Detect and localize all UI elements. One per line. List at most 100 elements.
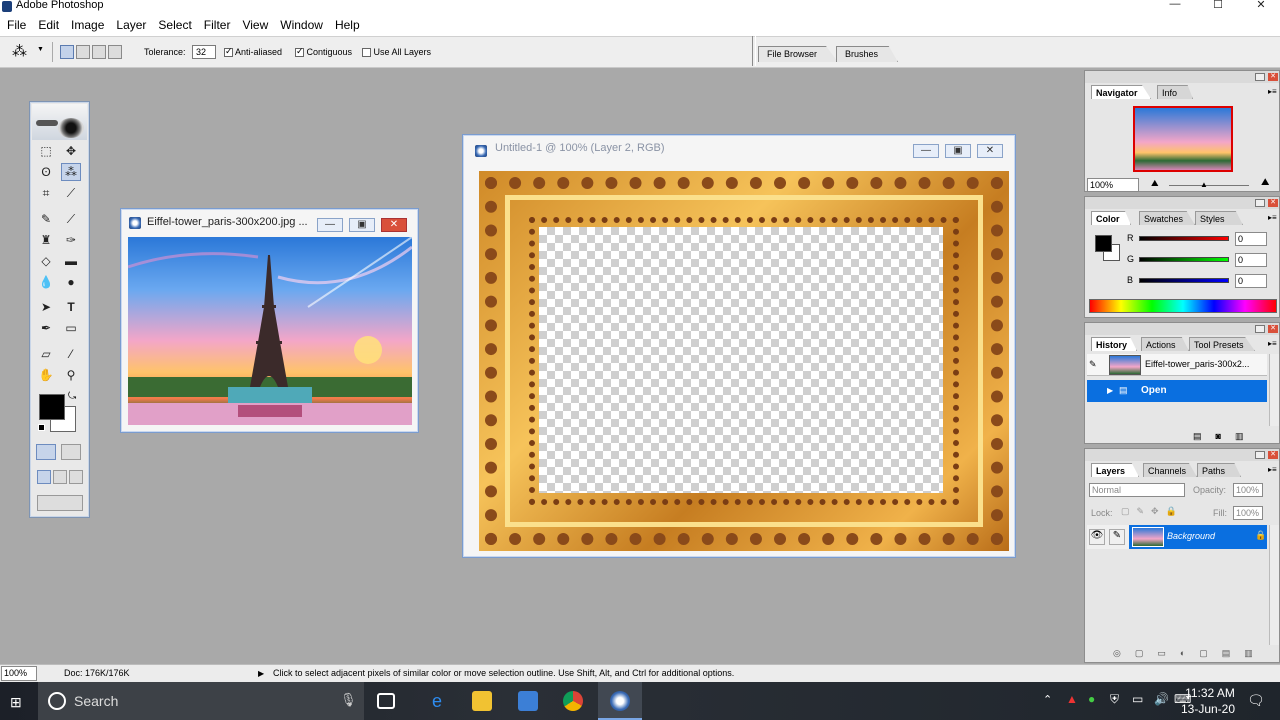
document-window-eiffel[interactable]: Eiffel-tower_paris-300x200.jpg ... — ▣ ✕ (120, 208, 419, 433)
screen-mode-full-button[interactable] (69, 470, 83, 484)
blur-tool-icon[interactable]: 💧 (36, 273, 56, 291)
history-scrollbar[interactable] (1269, 354, 1279, 426)
doc-minimize-button[interactable]: — (317, 218, 343, 232)
blue-value-field[interactable]: 0 (1235, 274, 1267, 288)
tab-swatches[interactable]: Swatches (1139, 211, 1195, 225)
lasso-tool-icon[interactable]: ʘ (36, 163, 56, 181)
palette-close-button[interactable]: ✕ (1268, 199, 1278, 207)
rectangle-tool-icon[interactable]: ▭ (61, 319, 81, 337)
zoom-in-icon[interactable]: ⛰ (1261, 177, 1269, 188)
tab-tool-presets[interactable]: Tool Presets (1189, 337, 1255, 351)
type-tool-icon[interactable]: T (61, 298, 81, 316)
magic-wand-preset-icon[interactable]: ⁂ (12, 42, 27, 60)
palette-menu-icon[interactable]: ▸≡ (1268, 465, 1277, 474)
magic-wand-tool-icon[interactable]: ⁂ (61, 163, 81, 181)
menu-layer[interactable]: Layer (111, 14, 151, 36)
foreground-color-swatch[interactable] (39, 394, 65, 420)
palette-menu-icon[interactable]: ▸≡ (1268, 87, 1277, 96)
tab-channels[interactable]: Channels (1143, 463, 1197, 477)
menu-edit[interactable]: Edit (33, 14, 64, 36)
jump-to-imageready-button[interactable] (37, 495, 83, 511)
minimize-button[interactable]: — (1165, 0, 1185, 12)
anti-aliased-checkbox[interactable] (224, 46, 233, 58)
contiguous-checkbox[interactable] (295, 46, 304, 58)
menu-select[interactable]: Select (153, 14, 196, 36)
palette-close-button[interactable]: ✕ (1268, 451, 1278, 459)
microphone-icon[interactable]: 🎙 (340, 692, 357, 708)
color-foreground-swatch[interactable] (1095, 235, 1112, 252)
palette-header[interactable] (1085, 449, 1279, 461)
red-slider[interactable] (1139, 236, 1229, 241)
network-icon[interactable]: ▭ (1132, 692, 1143, 706)
marquee-tool-icon[interactable]: ⬚ (36, 142, 56, 160)
eraser-tool-icon[interactable]: ◇ (36, 252, 56, 270)
subtract-selection-button[interactable] (92, 45, 106, 59)
tab-file-browser[interactable]: File Browser (758, 46, 838, 62)
menu-image[interactable]: Image (66, 14, 109, 36)
contiguous-option[interactable]: Contiguous (295, 46, 352, 58)
tray-security-icon[interactable]: ⛨ (1110, 692, 1119, 707)
clock-date[interactable]: 13-Jun-20 (1178, 702, 1238, 716)
palette-menu-icon[interactable]: ▸≡ (1268, 213, 1277, 222)
add-to-selection-button[interactable] (76, 45, 90, 59)
default-colors-icon[interactable] (38, 424, 45, 431)
edge-icon[interactable]: e (427, 691, 447, 711)
use-all-layers-option[interactable]: Use All Layers (362, 47, 431, 58)
palette-minimize-button[interactable] (1255, 73, 1265, 81)
zoom-tool-icon[interactable]: ⚲ (61, 366, 81, 384)
history-snapshot-row[interactable]: ✎ Eiffel-tower_paris-300x2... (1087, 354, 1267, 376)
crop-tool-icon[interactable]: ⌗ (36, 184, 56, 202)
palette-minimize-button[interactable] (1255, 199, 1265, 207)
menu-filter[interactable]: Filter (199, 14, 236, 36)
clone-stamp-tool-icon[interactable]: ♜ (36, 231, 56, 249)
clock-time[interactable]: 11:32 AM (1182, 686, 1238, 700)
tab-paths[interactable]: Paths (1197, 463, 1241, 477)
tab-color[interactable]: Color (1091, 211, 1131, 225)
fill-field[interactable]: 100% (1233, 506, 1263, 520)
anti-aliased-option[interactable]: Anti-aliased (224, 46, 282, 58)
palette-header[interactable] (1085, 323, 1279, 335)
zoom-slider-handle[interactable]: ▲ (1200, 180, 1208, 189)
use-all-layers-checkbox[interactable] (362, 48, 371, 58)
palette-header[interactable] (1085, 71, 1279, 83)
history-footer-buttons[interactable]: ▤◙▥ (1193, 431, 1257, 442)
lock-options-icons[interactable]: ▢✎✥🔒 (1121, 506, 1184, 517)
move-tool-icon[interactable]: ✥ (61, 142, 81, 160)
history-brush-tool-icon[interactable]: ✑ (61, 231, 81, 249)
menu-help[interactable]: Help (330, 14, 365, 36)
document-window-untitled[interactable]: Untitled-1 @ 100% (Layer 2, RGB) — ▣ ✕ (462, 134, 1016, 558)
color-ramp[interactable] (1089, 299, 1277, 313)
zoom-out-icon[interactable]: ⛰ (1151, 178, 1159, 189)
layers-footer-buttons[interactable]: ◎▢▭◐▢▤▥ (1113, 648, 1267, 659)
tab-layers[interactable]: Layers (1091, 463, 1139, 477)
standard-mode-button[interactable] (36, 444, 56, 460)
doc-close-button[interactable]: ✕ (977, 144, 1003, 158)
status-arrow-icon[interactable]: ▶ (258, 665, 264, 682)
chevron-down-icon[interactable]: ▼ (37, 46, 44, 53)
tray-antivirus-icon[interactable]: ● (1088, 692, 1095, 706)
toolbox-header[interactable] (32, 104, 87, 140)
healing-brush-tool-icon[interactable]: ✎ (36, 210, 56, 228)
green-value-field[interactable]: 0 (1235, 253, 1267, 267)
doc-minimize-button[interactable]: — (913, 144, 939, 158)
pen-tool-icon[interactable]: ✒ (36, 319, 56, 337)
palette-minimize-button[interactable] (1255, 325, 1265, 333)
show-hidden-icons-icon[interactable]: ⌃ (1043, 693, 1052, 706)
close-button[interactable]: ✕ (1251, 0, 1271, 12)
doc-close-button[interactable]: ✕ (381, 218, 407, 232)
navigator-zoom-field[interactable]: 100% (1087, 178, 1139, 192)
notifications-icon[interactable]: 🗨 (1247, 692, 1265, 709)
history-brush-source-icon[interactable]: ✎ (1089, 359, 1097, 370)
menu-file[interactable]: File (2, 14, 31, 36)
screen-mode-standard-button[interactable] (37, 470, 51, 484)
notes-tool-icon[interactable]: ▱ (36, 345, 56, 363)
hand-tool-icon[interactable]: ✋ (36, 366, 56, 384)
windows-start-icon[interactable]: ⊞ (10, 694, 22, 711)
status-zoom-field[interactable]: 100% (1, 666, 37, 681)
brush-tool-icon[interactable]: ⟋ (61, 210, 81, 228)
palette-menu-icon[interactable]: ▸≡ (1268, 339, 1277, 348)
menu-view[interactable]: View (237, 14, 273, 36)
tab-info[interactable]: Info (1157, 85, 1193, 99)
green-slider[interactable] (1139, 257, 1229, 262)
tolerance-input[interactable]: 32 (192, 45, 216, 59)
